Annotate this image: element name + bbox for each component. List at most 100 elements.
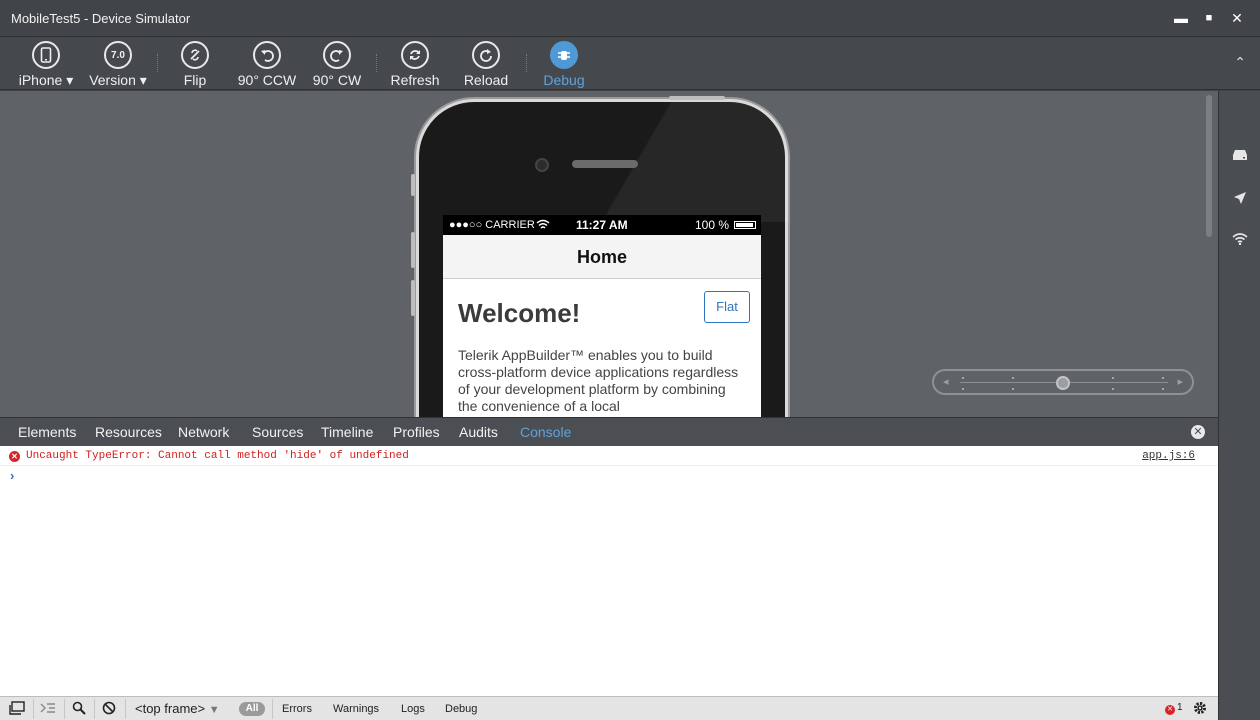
maximize-button[interactable]: ■ — [1198, 7, 1220, 29]
wifi-icon[interactable] — [1231, 233, 1249, 251]
toolbar-separator — [376, 54, 377, 72]
rotate-ccw-button[interactable]: 90° CCW — [236, 39, 298, 89]
refresh-label: Refresh — [390, 72, 440, 88]
tab-resources[interactable]: Resources — [95, 424, 162, 440]
toolbar-separator — [157, 54, 158, 72]
filter-logs[interactable]: Logs — [401, 703, 425, 715]
device-button[interactable]: iPhone ▾ — [14, 39, 78, 89]
console-output[interactable]: ✕ Uncaught TypeError: Cannot call method… — [0, 446, 1218, 696]
phone-speaker — [572, 160, 638, 168]
devtools-close-icon[interactable]: ✕ — [1191, 425, 1205, 439]
tab-audits[interactable]: Audits — [459, 424, 498, 440]
app-description: Telerik AppBuilder™ enables you to build… — [458, 347, 739, 414]
wifi-status-icon — [536, 219, 550, 229]
slider-tick — [1012, 388, 1014, 390]
chevron-down-icon: ▼ — [208, 704, 220, 716]
power-button — [669, 96, 725, 100]
tab-profiles[interactable]: Profiles — [393, 424, 440, 440]
phone-icon — [32, 41, 60, 69]
filter-debug[interactable]: Debug — [445, 703, 477, 715]
status-separator — [64, 699, 65, 719]
mute-switch — [411, 174, 415, 196]
devtools-panel: Elements Resources Network Sources Timel… — [0, 417, 1218, 720]
tab-network[interactable]: Network — [178, 424, 229, 440]
slider-right-arrow[interactable]: ▸ — [1177, 375, 1183, 388]
battery-percent: 100 % — [694, 218, 729, 232]
close-button[interactable]: ✕ — [1226, 7, 1248, 29]
minimize-button[interactable]: ▬ — [1170, 7, 1192, 29]
simulator-stage: ●●●○○ CARRIER 11:27 AM 100 % Home Welcom… — [0, 91, 1218, 417]
tab-console[interactable]: Console — [520, 424, 571, 440]
slider-tick — [1112, 377, 1114, 379]
filter-warnings[interactable]: Warnings — [333, 703, 379, 715]
flat-button[interactable]: Flat — [704, 291, 750, 323]
carrier-label: ●●●○○ CARRIER — [449, 219, 535, 231]
tab-sources[interactable]: Sources — [252, 424, 303, 440]
console-error-row: ✕ Uncaught TypeError: Cannot call method… — [0, 446, 1218, 466]
phone-frame: ●●●○○ CARRIER 11:27 AM 100 % Home Welcom… — [411, 96, 789, 417]
slider-tick — [1012, 377, 1014, 379]
toolbar: iPhone ▾ 7.0 Version ▾ Flip 90° CCW 90° … — [0, 37, 1260, 90]
toolbar-separator — [526, 54, 527, 72]
title-bar: MobileTest5 - Device Simulator ▬ ■ ✕ — [0, 0, 1260, 37]
tab-elements[interactable]: Elements — [18, 424, 76, 440]
slider-thumb[interactable] — [1056, 376, 1070, 390]
flip-icon — [181, 41, 209, 69]
storage-icon[interactable] — [1231, 149, 1249, 167]
slider-tick — [962, 388, 964, 390]
debug-button[interactable]: Debug — [538, 39, 590, 89]
debug-icon — [550, 41, 578, 69]
console-prompt[interactable]: › — [10, 468, 14, 483]
window-title: MobileTest5 - Device Simulator — [11, 11, 191, 26]
reload-icon — [472, 41, 500, 69]
flip-button[interactable]: Flip — [170, 39, 220, 89]
right-tool-rail — [1218, 91, 1260, 720]
version-button[interactable]: 7.0 Version ▾ — [86, 39, 150, 89]
slider-tick — [1112, 388, 1114, 390]
error-icon: ✕ — [9, 451, 20, 462]
refresh-button[interactable]: Refresh — [388, 39, 442, 89]
zoom-slider[interactable]: ◂ ▸ — [932, 369, 1194, 395]
slider-tick — [1162, 377, 1164, 379]
rotate-cw-button[interactable]: 90° CW — [307, 39, 367, 89]
tab-timeline[interactable]: Timeline — [321, 424, 373, 440]
status-time: 11:27 AM — [576, 218, 628, 232]
ios-status-bar: ●●●○○ CARRIER 11:27 AM 100 % — [443, 215, 761, 235]
phone-camera — [535, 158, 549, 172]
status-separator — [272, 699, 273, 719]
filter-all[interactable]: All — [239, 702, 265, 716]
dock-icon[interactable] — [9, 701, 25, 719]
show-drawer-icon[interactable] — [40, 701, 56, 719]
clear-console-icon[interactable] — [102, 701, 116, 719]
version-icon: 7.0 — [104, 41, 132, 69]
rotate-ccw-icon — [253, 41, 281, 69]
reload-button[interactable]: Reload — [460, 39, 512, 89]
slider-tick — [1162, 388, 1164, 390]
app-nav-title: Home — [443, 235, 761, 279]
error-count-badge[interactable]: ✕ 1 — [1165, 702, 1183, 715]
rotate-ccw-label: 90° CCW — [237, 72, 297, 88]
slider-left-arrow[interactable]: ◂ — [943, 375, 949, 388]
frame-selector[interactable]: <top frame> ▼ — [135, 701, 220, 719]
devtools-tabbar: Elements Resources Network Sources Timel… — [0, 418, 1218, 446]
location-icon[interactable] — [1231, 191, 1249, 209]
devtools-status-bar: <top frame> ▼ All Errors Warnings Logs D… — [0, 696, 1218, 720]
error-count-value: 1 — [1177, 702, 1183, 713]
status-separator — [33, 699, 34, 719]
error-source-link[interactable]: app.js:6 — [1142, 450, 1195, 462]
volume-up-button — [411, 232, 415, 268]
device-label: iPhone ▾ — [18, 72, 74, 88]
stage-scrollbar[interactable] — [1206, 95, 1212, 237]
status-separator — [94, 699, 95, 719]
debug-label: Debug — [543, 72, 585, 88]
status-separator — [125, 699, 126, 719]
search-icon[interactable] — [72, 701, 86, 719]
frame-selector-label: <top frame> — [135, 701, 206, 716]
phone-screen[interactable]: ●●●○○ CARRIER 11:27 AM 100 % Home Welcom… — [443, 215, 761, 417]
filter-errors[interactable]: Errors — [282, 703, 312, 715]
refresh-icon — [401, 41, 429, 69]
settings-icon[interactable] — [1192, 700, 1208, 718]
error-count-icon: ✕ — [1165, 705, 1175, 715]
welcome-heading: Welcome! — [458, 298, 581, 328]
collapse-toolbar-button[interactable]: ⌃ — [1234, 54, 1246, 71]
